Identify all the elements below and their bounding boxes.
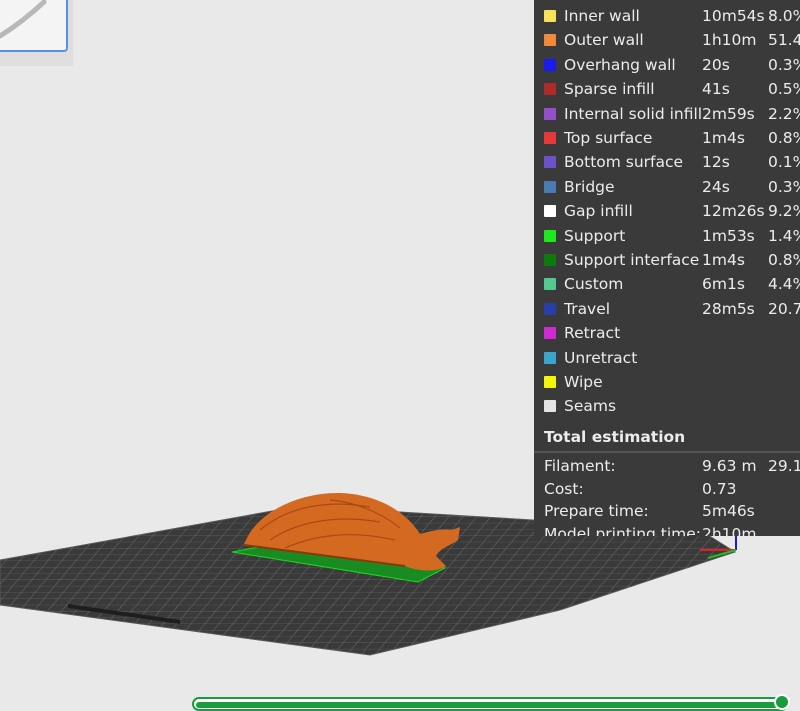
legend-percent: 8.0% [768, 7, 800, 25]
legend-row[interactable]: Bridge 24s 0.3% [534, 177, 800, 201]
total-label: Model printing time: [544, 524, 702, 537]
color-swatch [544, 180, 556, 193]
total-label: Cost: [544, 479, 584, 498]
legend-row[interactable]: Gap infill 12m26s9.2% [534, 201, 800, 225]
color-swatch [544, 400, 556, 413]
legend-percent: 0.5% [768, 80, 800, 99]
legend-percent: 0.1% [768, 153, 800, 172]
legend-feature-name: Custom [564, 275, 624, 294]
legend-feature-name: Unretract [564, 348, 638, 367]
plate-thumbnail[interactable] [0, 0, 68, 52]
legend-percent: 9.2% [768, 202, 800, 221]
legend-row[interactable]: Retract [534, 323, 800, 347]
color-swatch [544, 302, 556, 315]
total-estimation-header: Total estimation [544, 428, 686, 446]
legend-row[interactable]: Support interface1m4s 0.8% [534, 250, 800, 274]
legend-time: 6m1s [702, 275, 745, 294]
legend-time: 28m5s [702, 299, 755, 318]
legend-feature-name: Wipe [564, 373, 603, 391]
legend-row[interactable]: Custom 6m1s 4.4% [534, 274, 800, 298]
legend-percent: 0.8% [768, 251, 800, 269]
legend-time: 12m26s [702, 202, 765, 221]
legend-feature-name: Support [564, 226, 626, 245]
legend-time: 1m53s [702, 226, 755, 245]
legend-row[interactable]: Seams [534, 396, 800, 420]
legend-percent: 4.4% [768, 275, 800, 294]
legend-percent: 0.8% [768, 129, 800, 147]
legend-percent: 0.3% [768, 55, 800, 74]
legend-feature-name: Seams [564, 397, 617, 416]
color-swatch [544, 229, 556, 242]
legend-row[interactable]: Overhang wall 20s 0.3% [534, 55, 800, 79]
legend-feature-name: Gap infill [564, 202, 633, 221]
color-swatch [544, 278, 556, 291]
legend-feature-name: Sparse infill [564, 80, 655, 99]
divider [534, 451, 800, 453]
legend-row[interactable]: Support 1m53s 1.4% [534, 226, 800, 250]
color-swatch [544, 205, 556, 218]
legend-feature-name: Overhang wall [564, 55, 676, 74]
legend-feature-name: Bridge [564, 177, 615, 196]
slider-fill [196, 702, 779, 708]
legend-time: 1m4s [702, 251, 745, 269]
color-swatch [544, 132, 556, 144]
legend-time: 24s [702, 177, 730, 196]
legend-time: 41s [702, 80, 730, 99]
color-swatch [544, 107, 556, 120]
legend-feature-name: Travel [564, 299, 611, 318]
color-swatch [544, 327, 556, 340]
total-value: 0.73 [702, 479, 737, 498]
legend-row[interactable]: Internal solid infill2m59s 2.2% [534, 104, 800, 128]
legend-percent: 2.2% [768, 104, 800, 123]
total-label: Prepare time: [544, 502, 649, 520]
legend-row[interactable]: Travel 28m5s 20.7 [534, 299, 800, 323]
total-value: 2h10m [702, 524, 757, 537]
legend-percent: 51.4 [768, 31, 800, 50]
color-swatch [544, 254, 556, 266]
legend-feature-name: Bottom surface [564, 153, 684, 172]
legend-feature-name: Internal solid infill [564, 104, 703, 123]
total-value: 5m46s [702, 502, 755, 520]
layer-progress-slider[interactable] [192, 697, 788, 711]
legend-row[interactable]: Unretract [534, 348, 800, 372]
color-swatch [544, 156, 556, 169]
legend-time: 1h10m [702, 31, 757, 50]
total-label: Filament: [544, 457, 616, 475]
slider-handle[interactable] [774, 694, 790, 710]
color-swatch [544, 351, 556, 364]
legend-feature-name: Top surface [564, 129, 653, 147]
legend-percent: 1.4% [768, 226, 800, 245]
legend-time: 1m4s [702, 129, 745, 147]
legend-time: 12s [702, 153, 730, 172]
color-swatch [544, 58, 556, 71]
legend-feature-name: Support interface [564, 251, 700, 269]
color-swatch [544, 376, 556, 388]
legend-time: 2m59s [702, 104, 755, 123]
legend-time: 10m54s [702, 7, 765, 25]
legend-percent: 0.3% [768, 177, 800, 196]
color-swatch [544, 10, 556, 22]
legend-percent: 20.7 [768, 299, 800, 318]
color-swatch [544, 83, 556, 96]
gcode-legend-panel: Inner wall10m54s8.0%Outer wall1h10m51.4O… [534, 0, 800, 536]
legend-row[interactable]: Bottom surface 12s 0.1% [534, 152, 800, 176]
legend-time: 20s [702, 55, 730, 74]
total-extra: 29.1 [768, 457, 800, 475]
legend-row[interactable]: Sparse infill 41s 0.5% [534, 79, 800, 103]
plate-thumbnail-panel [0, 0, 73, 66]
legend-feature-name: Retract [564, 324, 621, 343]
legend-row[interactable]: Outer wall 1h10m 51.4 [534, 30, 800, 54]
total-value: 9.63 m [702, 457, 757, 475]
color-swatch [544, 34, 556, 47]
legend-row[interactable]: Inner wall 10m54s8.0% [534, 6, 800, 30]
legend-feature-name: Inner wall [564, 7, 640, 25]
legend-row[interactable]: Wipe [534, 372, 800, 396]
legend-feature-name: Outer wall [564, 31, 644, 50]
legend-row[interactable]: Top surface 1m4s 0.8% [534, 128, 800, 152]
